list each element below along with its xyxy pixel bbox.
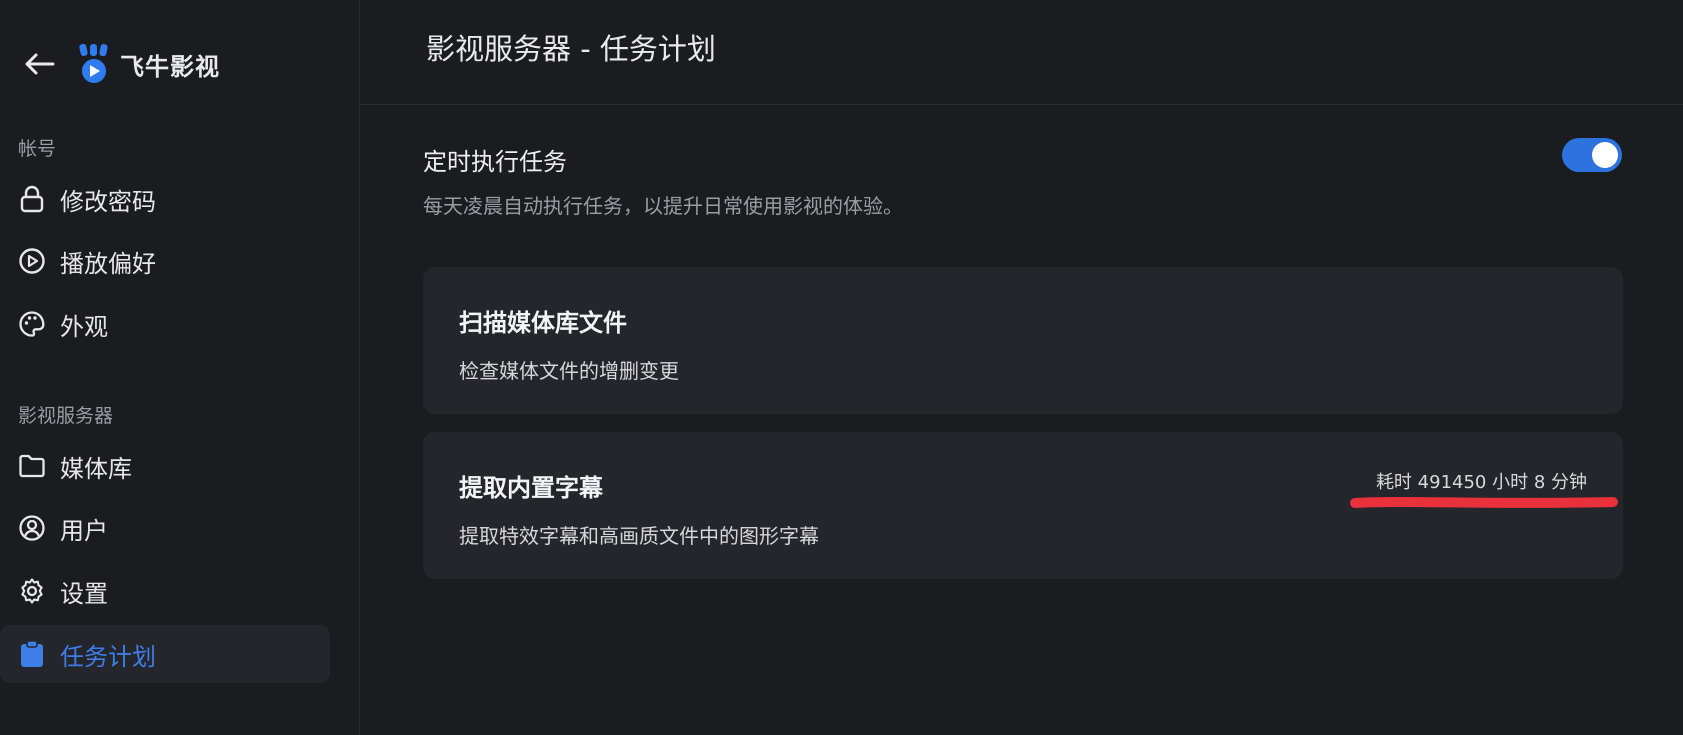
sidebar-item-label: 修改密码: [60, 187, 156, 216]
section-server-label: 影视服务器: [18, 405, 114, 427]
task-title: 扫描媒体库文件: [459, 309, 627, 337]
sidebar-item-label: 任务计划: [60, 642, 156, 671]
fn-video-logo-icon: [79, 44, 108, 83]
task-card-scan-library[interactable]: 扫描媒体库文件 检查媒体文件的增删变更: [423, 267, 1623, 414]
sidebar-item-label: 设置: [60, 579, 108, 608]
sidebar-item-scheduled-tasks[interactable]: 任务计划: [0, 625, 330, 683]
app: 飞牛影视 帐号 修改密码 播放偏好 外观 影视服务器 媒体库 用户 设置 任务计…: [0, 0, 1683, 735]
clipboard-icon: [18, 640, 46, 668]
sidebar: 飞牛影视 帐号 修改密码 播放偏好 外观 影视服务器 媒体库 用户 设置 任务计…: [0, 0, 360, 735]
sidebar-item-users[interactable]: 用户: [0, 499, 330, 557]
brand-header: 飞牛影视: [20, 40, 220, 88]
red-annotation-underline: [1350, 497, 1618, 508]
play-circle-icon: [18, 247, 46, 275]
section-account-label: 帐号: [18, 138, 57, 160]
main-panel: 影视服务器 - 任务计划 定时执行任务 每天凌晨自动执行任务，以提升日常使用影视…: [360, 0, 1683, 735]
divider: [360, 104, 1683, 105]
sidebar-item-label: 媒体库: [60, 454, 132, 483]
scheduled-task-toggle[interactable]: [1562, 138, 1622, 172]
back-button[interactable]: [20, 45, 58, 83]
palette-icon: [18, 310, 46, 338]
folder-icon: [18, 452, 46, 480]
task-description: 检查媒体文件的增删变更: [459, 359, 679, 383]
sidebar-item-label: 播放偏好: [60, 249, 156, 278]
sidebar-item-playback[interactable]: 播放偏好: [0, 232, 330, 290]
lock-icon: [18, 185, 46, 213]
toggle-knob: [1592, 142, 1618, 168]
user-circle-icon: [18, 514, 46, 542]
task-duration-status: 耗时 491450 小时 8 分钟: [1375, 472, 1587, 493]
page-title: 影视服务器 - 任务计划: [426, 32, 716, 66]
scheduled-task-title: 定时执行任务: [423, 148, 567, 176]
task-description: 提取特效字幕和高画质文件中的图形字幕: [459, 524, 819, 548]
task-card-extract-subtitles[interactable]: 提取内置字幕 耗时 491450 小时 8 分钟 提取特效字幕和高画质文件中的图…: [423, 432, 1623, 579]
gear-icon: [18, 577, 46, 605]
sidebar-item-label: 外观: [60, 312, 108, 341]
scheduled-task-description: 每天凌晨自动执行任务，以提升日常使用影视的体验。: [423, 194, 903, 218]
sidebar-item-change-password[interactable]: 修改密码: [0, 170, 330, 228]
arrow-left-icon: [25, 53, 55, 75]
sidebar-item-settings[interactable]: 设置: [0, 562, 330, 620]
sidebar-item-label: 用户: [60, 516, 108, 545]
app-name: 飞牛影视: [120, 52, 220, 81]
sidebar-item-media-library[interactable]: 媒体库: [0, 437, 330, 495]
task-title: 提取内置字幕: [459, 474, 603, 502]
sidebar-item-appearance[interactable]: 外观: [0, 295, 330, 353]
app-logo: 飞牛影视: [78, 44, 220, 84]
